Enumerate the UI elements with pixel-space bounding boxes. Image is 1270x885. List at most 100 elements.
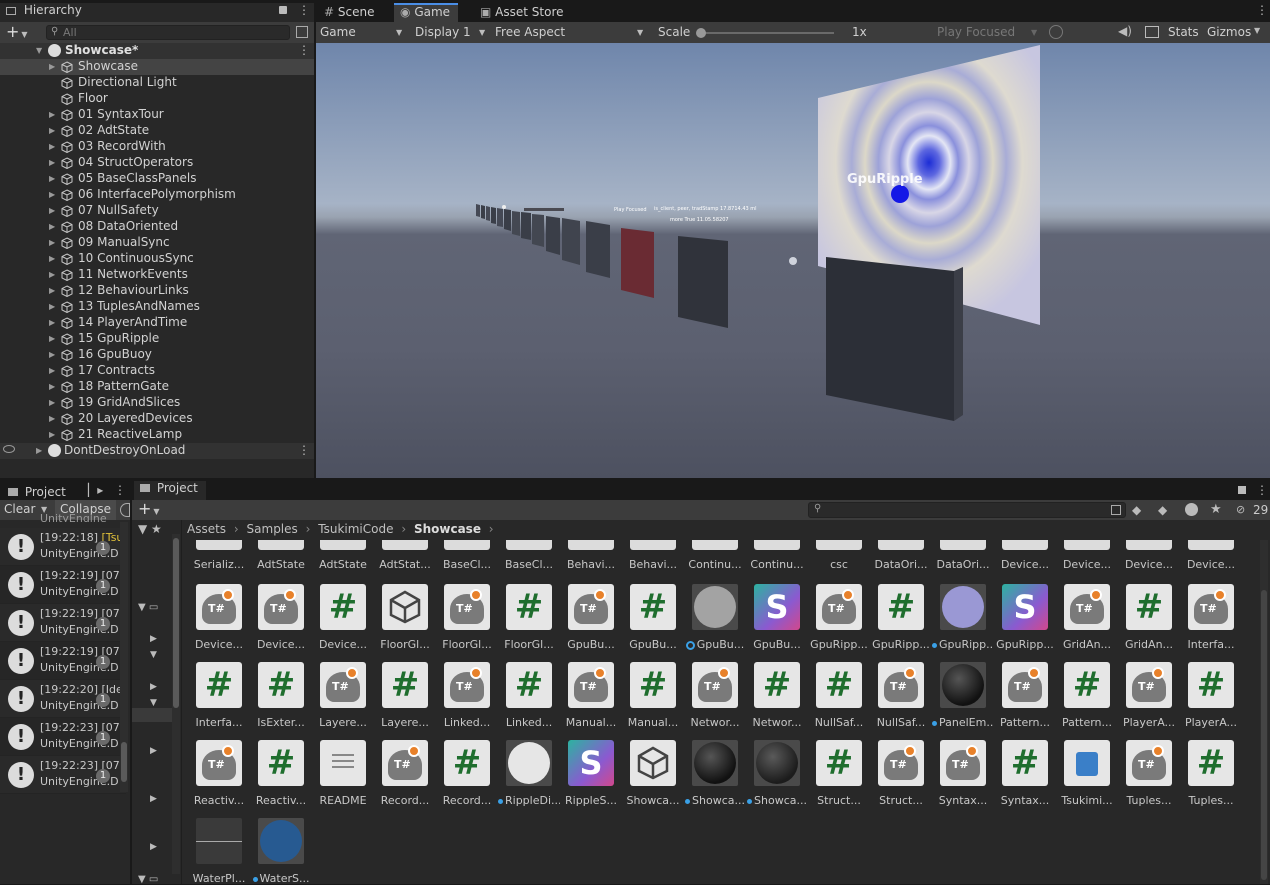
asset-item[interactable]: # Pattern... — [1056, 662, 1118, 740]
asset-item[interactable]: # Manual... — [622, 662, 684, 740]
asset-item[interactable]: Device... — [1118, 540, 1180, 582]
asset-item[interactable]: DataOri... — [870, 540, 932, 582]
play-mode-dropdown[interactable]: Play Focused ▼ — [937, 22, 1041, 42]
asset-item[interactable]: AdtState — [250, 540, 312, 582]
expand-arrow-icon[interactable]: ▶ — [49, 142, 55, 151]
asset-item[interactable]: T# Interfa... — [1180, 584, 1242, 662]
visibility-eye-icon[interactable] — [3, 445, 15, 453]
tab-game[interactable]: ◉ Game — [394, 3, 459, 22]
asset-item[interactable]: README — [312, 740, 374, 818]
breadcrumb-samples[interactable]: Samples — [247, 522, 298, 536]
asset-item[interactable]: Device... — [1180, 540, 1242, 582]
asset-item[interactable]: Showca... — [746, 740, 808, 818]
hidden-packages-icon[interactable]: ⊘ — [1236, 503, 1245, 516]
asset-item[interactable]: # Struct... — [808, 740, 870, 818]
hierarchy-item[interactable]: ▶ 04 StructOperators — [0, 155, 314, 171]
expand-arrow-icon[interactable]: ▶ — [49, 174, 55, 183]
hierarchy-item[interactable]: ▶ 13 TuplesAndNames — [0, 299, 314, 315]
aspect-dropdown[interactable]: Free Aspect ▼ — [495, 22, 645, 42]
gizmos-caret-icon[interactable]: ▼ — [1254, 26, 1260, 35]
hierarchy-item[interactable]: ▶ 09 ManualSync — [0, 235, 314, 251]
clear-button[interactable]: Clear — [4, 502, 35, 516]
tab-hierarchy[interactable]: Hierarchy — [0, 3, 314, 22]
bug-icon[interactable] — [1049, 25, 1063, 39]
asset-item[interactable]: BaseCl... — [498, 540, 560, 582]
hierarchy-item[interactable]: ▶ 10 ContinuousSync — [0, 251, 314, 267]
asset-item[interactable]: # Record... — [436, 740, 498, 818]
hierarchy-item[interactable]: Floor — [0, 91, 314, 107]
hierarchy-item[interactable]: ▶ 05 BaseClassPanels — [0, 171, 314, 187]
display-mode-dropdown[interactable]: Game ▼ — [320, 22, 404, 42]
dontdestroy-row[interactable]: ▶ DontDestroyOnLoad ⋮ — [0, 443, 314, 459]
expand-arrow-icon[interactable]: ▶ — [49, 414, 55, 423]
expand-arrow-icon[interactable]: ▶ — [49, 318, 55, 327]
asset-item[interactable]: WaterPl... — [188, 818, 250, 884]
log-entry[interactable]: ! [19:22:19] [07 UnityEngine.D 1 — [0, 604, 126, 642]
asset-item[interactable]: Behavi... — [560, 540, 622, 582]
asset-item[interactable]: AdtStat... — [374, 540, 436, 582]
tab-asset-store[interactable]: ▣ Asset Store — [474, 3, 572, 22]
asset-item[interactable]: T# Linked... — [436, 662, 498, 740]
scene-search-icon[interactable] — [296, 26, 308, 38]
asset-item[interactable]: Serializ... — [188, 540, 250, 582]
asset-item[interactable]: # NullSaf... — [808, 662, 870, 740]
asset-item[interactable]: T# GpuBu... — [560, 584, 622, 662]
asset-item[interactable]: DataOri... — [932, 540, 994, 582]
create-button[interactable]: + ▼ — [138, 499, 160, 518]
project-lock-icon[interactable] — [1238, 486, 1246, 494]
tree-folder-icon[interactable]: ▼ — [150, 650, 157, 660]
expand-arrow-icon[interactable]: ▶ — [49, 302, 55, 311]
asset-item[interactable]: # GpuBu... — [622, 584, 684, 662]
gizmos-button[interactable]: Gizmos — [1207, 22, 1251, 42]
tree-folder-icon[interactable]: ▶ — [150, 746, 157, 756]
game-menu-icon[interactable]: ⋮ — [1256, 3, 1268, 17]
game-viewport[interactable]: GpuRipple is_client, peer, tradStamp 17.… — [316, 43, 1270, 478]
expand-arrow-icon[interactable]: ▶ — [49, 254, 55, 263]
asset-item[interactable]: T# Device... — [250, 584, 312, 662]
tree-folder-icon[interactable]: ▶ — [150, 682, 157, 692]
expand-arrow-icon[interactable]: ▶ — [49, 286, 55, 295]
expand-arrow-icon[interactable]: ▶ — [49, 366, 55, 375]
expand-arrow-icon[interactable]: ▶ — [49, 62, 55, 71]
stats-button[interactable]: Stats — [1168, 22, 1199, 42]
asset-item[interactable]: # Device... — [312, 584, 374, 662]
asset-item[interactable]: # Reactiv... — [250, 740, 312, 818]
tab-scene[interactable]: # Scene — [318, 3, 382, 22]
hierarchy-item[interactable]: ▶ 19 GridAndSlices — [0, 395, 314, 411]
expand-arrow-icon[interactable]: ▶ — [36, 446, 42, 455]
tree-scrollbar[interactable] — [172, 534, 180, 874]
console-scroll-thumb[interactable] — [121, 742, 127, 782]
expand-arrow-icon[interactable]: ▶ — [49, 430, 55, 439]
asset-item[interactable]: T# PlayerA... — [1118, 662, 1180, 740]
asset-item[interactable]: PanelEm... — [932, 662, 994, 740]
grid-scroll-thumb[interactable] — [1261, 590, 1267, 880]
grid-scrollbar[interactable] — [1260, 540, 1268, 884]
scale-slider-thumb[interactable] — [696, 28, 706, 38]
log-entry[interactable]: ! [19:22:20] [Ide UnityEngine.D 1 — [0, 680, 126, 718]
expand-arrow-icon[interactable]: ▶ — [49, 206, 55, 215]
asset-item[interactable]: Device... — [1056, 540, 1118, 582]
hierarchy-item[interactable]: ▶ 11 NetworkEvents — [0, 267, 314, 283]
hierarchy-item[interactable]: ▶ Showcase — [0, 59, 314, 75]
asset-item[interactable]: T# Manual... — [560, 662, 622, 740]
expand-arrow-icon[interactable]: ▶ — [49, 270, 55, 279]
asset-item[interactable]: Showca... — [684, 740, 746, 818]
lock-icon[interactable] — [279, 6, 287, 14]
tree-selected-row[interactable] — [132, 708, 172, 722]
asset-item[interactable]: # GridAn... — [1118, 584, 1180, 662]
asset-item[interactable]: T# NullSaf... — [870, 662, 932, 740]
asset-item[interactable]: Tsukimi... — [1056, 740, 1118, 818]
tree-folder-icon[interactable]: ▼ — [150, 698, 157, 708]
expand-arrow-icon[interactable]: ▶ — [49, 126, 55, 135]
asset-item[interactable]: WaterS... — [250, 818, 312, 884]
add-button[interactable]: + ▼ — [6, 22, 28, 41]
asset-item[interactable]: FloorGl... — [374, 584, 436, 662]
asset-item[interactable]: T# Reactiv... — [188, 740, 250, 818]
asset-item[interactable]: T# Pattern... — [994, 662, 1056, 740]
asset-item[interactable]: Showca... — [622, 740, 684, 818]
hierarchy-item[interactable]: ▶ 02 AdtState — [0, 123, 314, 139]
scene-menu-icon[interactable]: ⋮ — [298, 43, 310, 57]
expand-arrow-icon[interactable]: ▶ — [49, 334, 55, 343]
asset-item[interactable]: Continu... — [684, 540, 746, 582]
asset-item[interactable]: Device... — [994, 540, 1056, 582]
